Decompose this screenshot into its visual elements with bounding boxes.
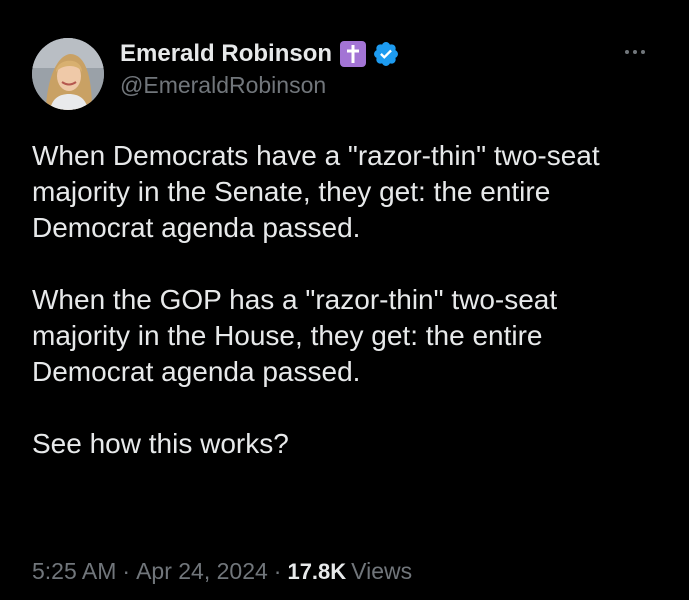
avatar-image — [32, 38, 104, 110]
tweet-paragraph: See how this works? — [32, 428, 289, 459]
separator: · — [122, 558, 131, 584]
dot-icon — [633, 50, 637, 54]
separator: · — [273, 558, 282, 584]
tweet-paragraph: When the GOP has a "razor-thin" two-seat… — [32, 284, 558, 387]
display-name[interactable]: Emerald Robinson — [120, 40, 332, 68]
tweet-meta: 5:25 AM · Apr 24, 2024 · 17.8K Views — [32, 558, 412, 585]
views-label: Views — [351, 558, 413, 584]
tweet-text: When Democrats have a "razor-thin" two-s… — [32, 138, 657, 462]
views-count[interactable]: 17.8K — [287, 559, 346, 584]
more-options-button[interactable] — [617, 38, 653, 66]
avatar[interactable] — [32, 38, 104, 110]
dot-icon — [641, 50, 645, 54]
dot-icon — [625, 50, 629, 54]
handle[interactable]: @EmeraldRobinson — [120, 72, 609, 99]
cross-icon — [340, 41, 367, 67]
name-row: Emerald Robinson — [120, 38, 609, 70]
verified-icon[interactable] — [372, 40, 400, 68]
author-info: Emerald Robinson @EmeraldRobinson — [120, 38, 609, 99]
tweet-paragraph: When Democrats have a "razor-thin" two-s… — [32, 140, 600, 243]
tweet-time[interactable]: 5:25 AM — [32, 558, 116, 584]
tweet: Emerald Robinson @EmeraldRobinson When D… — [0, 0, 689, 600]
tweet-date[interactable]: Apr 24, 2024 — [136, 558, 268, 584]
